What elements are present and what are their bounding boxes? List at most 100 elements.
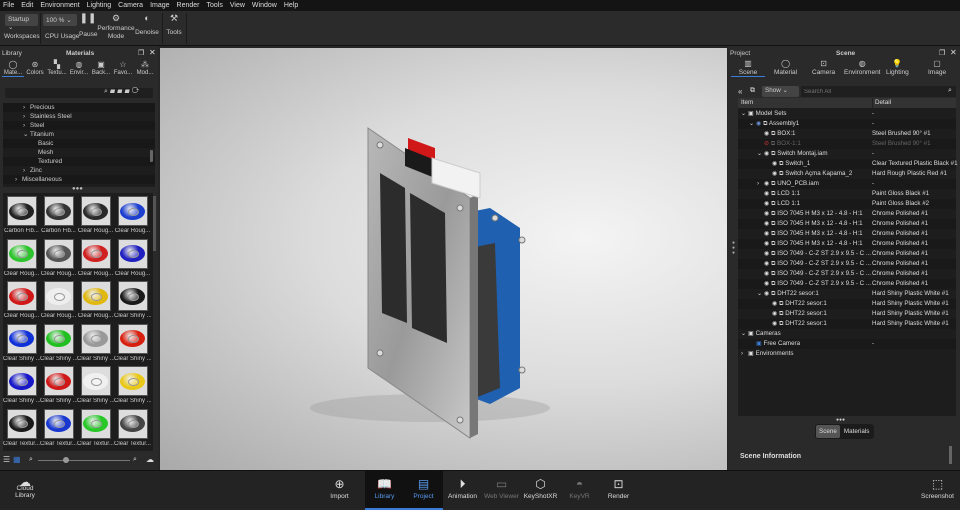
search-icon[interactable]: ⌕ (104, 88, 108, 95)
close-icon[interactable]: ✕ (950, 48, 957, 57)
scene-tree-row[interactable]: ◉ ⧉ BOX:1 Steel Brushed 90° #1 (738, 129, 956, 139)
chevron-icon[interactable]: ⌄ (741, 109, 748, 119)
menu-file[interactable]: File (3, 2, 14, 9)
library-tab-6[interactable]: ⁂ Mod... (134, 60, 156, 76)
menu-environment[interactable]: Environment (40, 2, 79, 9)
column-detail[interactable]: Detail (872, 98, 891, 108)
menu-help[interactable]: Help (284, 2, 298, 9)
material-thumbnail[interactable]: Clear Roug... (114, 238, 151, 281)
scene-tree-row[interactable]: ◉ ⧉ ISO 7045 H M3 x 12 - 4.8 - H:1 Chrome… (738, 239, 956, 249)
pause-button[interactable]: ❚❚ Pause (79, 13, 97, 38)
chevron-icon[interactable]: › (23, 121, 30, 130)
ribbon-keyshotxr[interactable]: ⬡ KeyShotXR (521, 471, 560, 510)
chevron-icon[interactable]: › (23, 103, 30, 112)
grid-scrollbar[interactable] (153, 196, 156, 251)
scene-tree-row[interactable]: ◉ ⧉ ISO 7049 - C-Z ST 2.9 x 9.5 - C ... C… (738, 279, 956, 289)
workspace-dropdown[interactable]: Startup ⌄ (5, 14, 38, 31)
tree-item[interactable]: › Zinc (3, 166, 155, 175)
tools-button[interactable]: ⚒ Tools (164, 13, 184, 36)
material-thumbnail[interactable]: Clear Shiny ... (40, 323, 77, 366)
scene-tree-row[interactable]: ⊘ ⧉ BOX-1:1 Steel Brushed 90° #1 (738, 139, 956, 149)
scene-search-input[interactable] (801, 86, 956, 97)
chevron-icon[interactable]: › (757, 179, 764, 189)
screenshot-button[interactable]: ⬚ Screenshot (915, 471, 960, 510)
cloud-download-icon[interactable]: ☁ (146, 455, 154, 464)
menu-window[interactable]: Window (252, 2, 277, 9)
material-thumbnail[interactable]: Clear Roug... (77, 196, 114, 238)
scene-tree-row[interactable]: ◉ ⧉ DHT22 sesor:1 Hard Shiny Plastic Whit… (738, 299, 956, 309)
ribbon-project[interactable]: ▤ Project (404, 471, 443, 510)
material-thumbnail[interactable]: Clear Shiny ... (3, 366, 40, 408)
tree-item[interactable]: › Steel (3, 121, 155, 130)
material-thumbnail[interactable]: Clear Shiny ... (3, 323, 40, 366)
toggle-scene[interactable]: Scene (816, 425, 840, 438)
scene-tab-image[interactable]: ▢ Image (928, 59, 946, 76)
library-tab-5[interactable]: ☆ Favo... (112, 60, 134, 76)
material-thumbnail[interactable]: Clear Roug... (3, 281, 40, 323)
folder-import-icon[interactable]: ▰ (124, 88, 129, 95)
visibility-eye-icon[interactable]: ⊘ (764, 140, 771, 147)
scene-tree-row[interactable]: ⌄ ◉ ⧉ Assembly1 - (738, 119, 956, 129)
refresh-icon[interactable]: ⟳ (132, 88, 140, 95)
menu-render[interactable]: Render (177, 2, 200, 9)
library-tab-3[interactable]: ◍ Envir... (68, 60, 90, 76)
scene-tab-camera[interactable]: ⊡ Camera (812, 59, 835, 76)
material-thumbnail[interactable]: Clear Shiny ... (114, 281, 151, 323)
library-tab-2[interactable]: ▚ Textu... (46, 60, 68, 76)
scene-tree-row[interactable]: ◉ ⧉ ISO 7049 - C-Z ST 2.9 x 9.5 - C ... C… (738, 259, 956, 269)
material-thumbnail[interactable]: Clear Shiny ... (77, 323, 114, 366)
chevron-icon[interactable]: › (23, 112, 30, 121)
tree-item[interactable]: Textured (3, 157, 155, 166)
chevron-icon[interactable]: › (741, 349, 748, 359)
chevron-icon[interactable]: ⌄ (741, 329, 748, 339)
float-panel-icon[interactable]: ❐ (939, 49, 945, 57)
scene-tree-row[interactable]: ◉ ⧉ Switch Açma Kapama_2 Hard Rough Plast… (738, 169, 956, 179)
list-view-icon[interactable]: ☰ (3, 455, 10, 464)
cpu-usage-dropdown[interactable]: 100 % ⌄ (43, 14, 77, 26)
splitter-handle[interactable]: ●●● (72, 186, 83, 192)
scene-tree-row[interactable]: ⌄ ◉ ⧉ DHT22 sesor:1 Hard Shiny Plastic Whi… (738, 289, 956, 299)
ribbon-animation[interactable]: ⏵ Animation (443, 471, 482, 510)
info-scrollbar[interactable] (949, 446, 952, 464)
material-thumbnail[interactable]: Clear Textur... (3, 408, 40, 451)
ribbon-library[interactable]: 📖 Library (365, 471, 404, 510)
material-thumbnail[interactable]: Clear Roug... (3, 238, 40, 281)
ribbon-import[interactable]: ⊕ Import (320, 471, 359, 510)
collapse-icon[interactable]: « (738, 87, 742, 96)
toggle-materials[interactable]: Materials (840, 425, 874, 438)
panel-resize-handle[interactable]: ● ● ● (732, 241, 735, 256)
scene-tree-row[interactable]: ◉ ⧉ ISO 7049 - C-Z ST 2.9 x 9.5 - C ... C… (738, 249, 956, 259)
scene-tree-row[interactable]: ◉ ⧉ LCD 1:1 Paint Gloss Black #2 (738, 199, 956, 209)
float-panel-icon[interactable]: ❐ (138, 49, 144, 57)
tree-item[interactable]: Mesh (3, 148, 155, 157)
ribbon-web-viewer[interactable]: ▭ Web Viewer (482, 471, 521, 510)
material-thumbnail[interactable]: Clear Textur... (114, 408, 151, 451)
material-thumbnail[interactable]: Clear Shiny ... (40, 366, 77, 408)
menu-edit[interactable]: Edit (21, 2, 33, 9)
scene-tab-scene[interactable]: ▥ Scene (731, 59, 765, 77)
scene-tree-row[interactable]: › ◉ ⧉ UNO_PCB.iam - (738, 179, 956, 189)
scene-tree-row[interactable]: ⌄ ▣ Cameras (738, 329, 956, 339)
scene-tree-row[interactable]: ◉ ⧉ Switch_1 Clear Textured Plastic Black… (738, 159, 958, 169)
menu-tools[interactable]: Tools (207, 2, 223, 9)
scene-tree-row[interactable]: ◉ ⧉ ISO 7045 H M3 x 12 - 4.8 - H:1 Chrome… (738, 209, 956, 219)
material-thumbnail[interactable]: Carbon Fib... (40, 196, 77, 238)
chevron-icon[interactable]: ⌄ (23, 130, 30, 139)
chevron-icon[interactable]: › (23, 166, 30, 175)
close-icon[interactable]: ✕ (149, 48, 156, 57)
column-item[interactable]: Item (741, 98, 753, 108)
material-thumbnail[interactable]: Clear Roug... (40, 281, 77, 323)
tree-item[interactable]: Basic (3, 139, 155, 148)
show-filter-dropdown[interactable]: Show ⌄ (762, 86, 799, 97)
scene-tree-row[interactable]: ◉ ⧉ ISO 7045 H M3 x 12 - 4.8 - H:1 Chrome… (738, 219, 956, 229)
model-set-icon[interactable]: ⧉ (750, 87, 755, 95)
scene-tree-row[interactable]: ⌄ ◉ ⧉ Switch Montaj.iam - (738, 149, 956, 159)
material-thumbnail[interactable]: Clear Roug... (114, 196, 151, 238)
chevron-icon[interactable]: › (15, 175, 22, 184)
scene-tree-row[interactable]: ◉ ⧉ ISO 7049 - C-Z ST 2.9 x 9.5 - C ... C… (738, 269, 956, 279)
scene-tree-row[interactable]: ◉ ⧉ DHT22 sesor:1 Hard Shiny Plastic Whit… (738, 319, 956, 329)
tree-item[interactable]: › Miscellaneous (3, 175, 155, 184)
menu-lighting[interactable]: Lighting (87, 2, 112, 9)
thumbnail-size-slider[interactable] (38, 460, 130, 461)
chevron-icon[interactable]: ⌄ (757, 149, 764, 159)
